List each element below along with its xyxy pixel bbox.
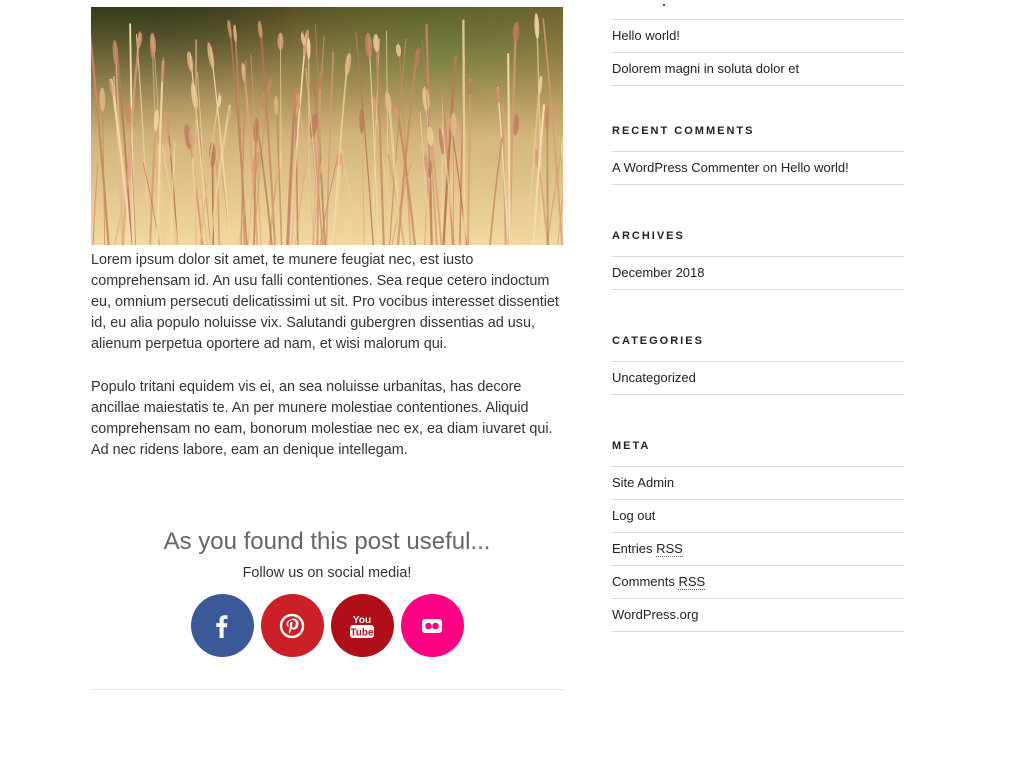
post-divider [91, 689, 563, 690]
share-subheading: Follow us on social media! [242, 565, 412, 581]
log-out-link[interactable]: Log out [612, 508, 655, 523]
post-featured-image [91, 7, 563, 245]
category-link[interactable]: Uncategorized [612, 370, 696, 385]
comment-connector: on [762, 160, 778, 175]
wordpress-org-link[interactable]: WordPress.org [612, 607, 698, 622]
list-item: December 2018 [611, 256, 904, 290]
entries-rss-link[interactable]: Entries RSS [612, 541, 683, 557]
site-admin-link[interactable]: Site Admin [612, 475, 674, 490]
widget-title: RECENT COMMENTS [612, 125, 755, 137]
post-body: Lorem ipsum dolor sit amet, te munere fe… [91, 250, 563, 483]
recent-post-link[interactable]: Dolorem magni in soluta dolor et [612, 61, 799, 76]
list-item: Hello world! [611, 19, 904, 52]
list-item: Dolorem magni in soluta dolor et [611, 52, 904, 86]
facebook-button[interactable] [190, 594, 254, 657]
entries-rss-label: Entries [612, 541, 653, 556]
widget-title: ARCHIVES [612, 230, 685, 242]
list-item: A WordPress Commenter on Hello world! [611, 151, 904, 185]
widget-title: META [612, 440, 651, 452]
rss-abbr: RSS [678, 574, 706, 590]
youtube-icon: You Tube [347, 611, 377, 641]
list-item: Log out [611, 499, 904, 532]
flickr-icon [419, 613, 445, 639]
widget-categories: CATEGORIES Uncategorized [611, 334, 904, 395]
list-item: Site Admin [611, 466, 904, 499]
share-heading: As you found this post useful... [163, 528, 491, 555]
widget-meta: META Site Admin Log out Entries RSS Comm… [611, 439, 904, 632]
pinterest-icon [279, 613, 305, 639]
list-item: Uncategorized [611, 361, 904, 395]
comments-rss-link[interactable]: Comments RSS [612, 574, 706, 590]
comment-post-link[interactable]: Hello world! [781, 160, 849, 175]
list-item: Entries RSS [611, 532, 904, 565]
comment-author-link[interactable]: A WordPress Commenter [612, 160, 759, 175]
widget-recent-posts: Hello world! Dolorem magni in soluta dol… [611, 0, 904, 86]
social-share-block: As you found this post useful... Follow … [91, 527, 563, 657]
pinterest-button[interactable] [260, 594, 324, 657]
comments-rss-label: Comments [612, 574, 675, 589]
social-buttons: You Tube [91, 594, 563, 657]
widget-title: CATEGORIES [612, 335, 704, 347]
recent-post-link[interactable]: Hello world! [612, 28, 680, 43]
page: Lorem ipsum dolor sit amet, te munere fe… [0, 0, 1024, 768]
youtube-logo-text-bottom: Tube [350, 627, 374, 638]
facebook-icon [209, 613, 235, 639]
archive-link[interactable]: December 2018 [612, 265, 705, 280]
flickr-button[interactable] [400, 594, 464, 657]
list-item: Comments RSS [611, 565, 904, 598]
widget-archives: ARCHIVES December 2018 [611, 229, 904, 290]
post-paragraph: Lorem ipsum dolor sit amet, te munere fe… [91, 252, 559, 352]
rss-abbr: RSS [656, 541, 683, 557]
widget-recent-comments: RECENT COMMENTS A WordPress Commenter on… [611, 124, 904, 185]
post-paragraph: Populo tritani equidem vis ei, an sea no… [91, 379, 553, 458]
list-item: WordPress.org [611, 598, 904, 632]
youtube-button[interactable]: You Tube [330, 594, 394, 657]
youtube-logo-text-top: You [353, 615, 371, 626]
